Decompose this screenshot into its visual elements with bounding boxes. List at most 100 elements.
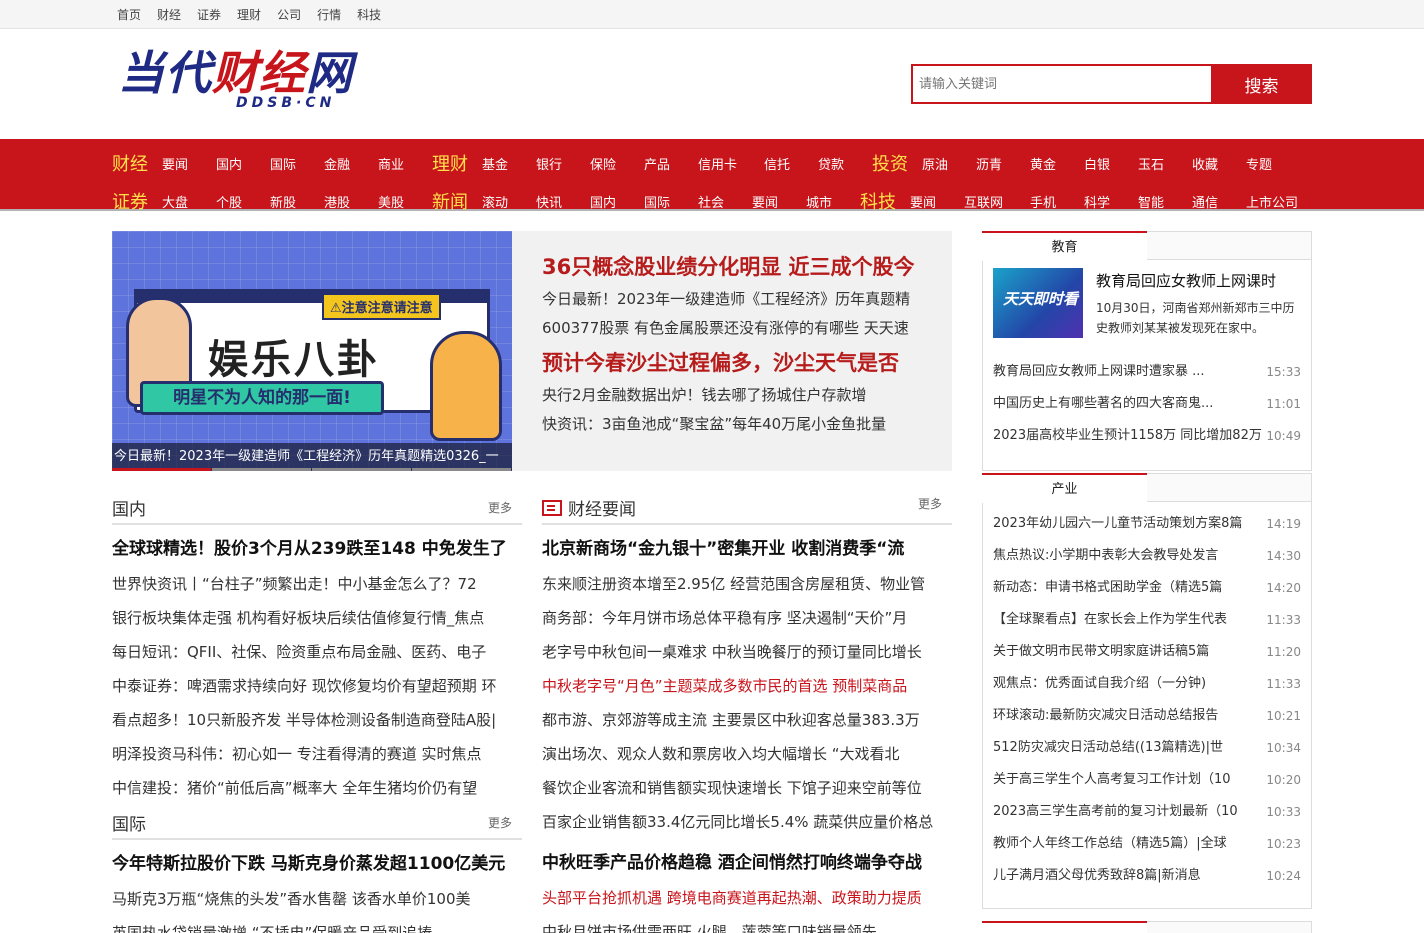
list-item[interactable]: 教育局回应女教师上网课时遭家暴 ... 15:33: [983, 356, 1311, 388]
nav-link[interactable]: 社会: [698, 192, 752, 211]
list-item[interactable]: 2023年幼儿园六一儿童节活动策划方案8篇 14:19: [983, 508, 1311, 540]
more-link[interactable]: 更多: [488, 814, 512, 831]
item-title[interactable]: 关于高三学生个人高考复习工作计划（10: [993, 764, 1265, 796]
focus-banner[interactable]: ⚠注意注意请注意 娱乐八卦 明星不为人知的那一面! 今日最新！2023年一级建造…: [112, 231, 512, 471]
list-item[interactable]: 【全球聚看点】在家长会上作为学生代表 11:33: [983, 604, 1311, 636]
nav-link[interactable]: 商业: [378, 154, 432, 173]
list-item[interactable]: 新动态：申请书格式困助学金（精选5篇 14:20: [983, 572, 1311, 604]
nav-category[interactable]: 证券: [112, 188, 162, 214]
item-title[interactable]: 512防灾减灾日活动总结((13篇精选)|世: [993, 732, 1265, 764]
banner-dot[interactable]: [412, 468, 511, 471]
nav-link[interactable]: 专题: [1246, 154, 1300, 173]
banner-dot[interactable]: [312, 468, 411, 471]
nav-link[interactable]: 手机: [1030, 192, 1084, 211]
list-item[interactable]: 世界快资讯丨“台柱子”频繁出走！中小基金怎么了？72: [112, 567, 522, 601]
nav-link[interactable]: 国内: [216, 154, 270, 173]
item-title[interactable]: 教师个人年终工作总结（精选5篇）|全球: [993, 828, 1265, 860]
top-link[interactable]: 行情: [317, 6, 341, 23]
nav-link[interactable]: 黄金: [1030, 154, 1084, 173]
top-link[interactable]: 证券: [197, 6, 221, 23]
nav-link[interactable]: 贷款: [818, 154, 872, 173]
focus-link[interactable]: 600377股票 有色金属股票还没有涨停的有哪些 天天速: [542, 314, 942, 343]
nav-link[interactable]: 金融: [324, 154, 378, 173]
more-link[interactable]: 更多: [918, 495, 942, 512]
list-item[interactable]: 教师个人年终工作总结（精选5篇）|全球 10:23: [983, 828, 1311, 860]
nav-link[interactable]: 要闻: [162, 154, 216, 173]
list-item[interactable]: 中信建投：猪价“前低后高”概率大 全年生猪均价仍有望: [112, 771, 522, 805]
item-title[interactable]: 焦点热议:小学期中表彰大会教导处发言: [993, 540, 1265, 572]
item-title[interactable]: 新动态：申请书格式困助学金（精选5篇: [993, 572, 1265, 604]
list-item[interactable]: 环球滚动:最新防灾减灾日活动总结报告 10:21: [983, 700, 1311, 732]
focus-headline[interactable]: 预计今春沙尘过程偏多，沙尘天气是否: [542, 347, 942, 381]
list-item[interactable]: 商务部：今年月饼市场总体平稳有序 坚决遏制“天价”月: [542, 601, 952, 635]
list-item[interactable]: 英国热水袋销量激增 “不插电”保暖产品受到追捧: [112, 916, 522, 933]
list-item[interactable]: 中泰证券：啤酒需求持续向好 现饮修复均价有望超预期 环: [112, 669, 522, 703]
list-item[interactable]: 银行板块集体走强 机构看好板块后续估值修复行情_焦点: [112, 601, 522, 635]
focus-headline[interactable]: 36只概念股业绩分化明显 近三成个股今: [542, 251, 942, 285]
nav-link[interactable]: 港股: [324, 192, 378, 211]
nav-link[interactable]: 国内: [590, 192, 644, 211]
nav-category[interactable]: 财经: [112, 150, 162, 176]
list-item[interactable]: 焦点热议:小学期中表彰大会教导处发言 14:30: [983, 540, 1311, 572]
search-input[interactable]: [911, 64, 1211, 104]
item-title[interactable]: 关于做文明市民带文明家庭讲话稿5篇: [993, 636, 1265, 668]
list-item[interactable]: 2023高三学生高考前的复习计划最新（10 10:33: [983, 796, 1311, 828]
item-title[interactable]: 2023高三学生高考前的复习计划最新（10: [993, 796, 1265, 828]
list-item[interactable]: 演出场次、观众人数和票房收入均大幅增长 “大戏看北: [542, 737, 952, 771]
list-item[interactable]: 中秋月饼市场供需两旺 火腿、莲蓉等口味销量领先: [542, 915, 952, 933]
list-item[interactable]: 观焦点：优秀面试自我介绍（一分钟) 11:33: [983, 668, 1311, 700]
list-item[interactable]: 明泽投资马科伟：初心如一 专注看得清的赛道 实时焦点: [112, 737, 522, 771]
list-item[interactable]: 马斯克3万瓶“烧焦的头发”香水售罄 该香水单价100美: [112, 882, 522, 916]
list-item[interactable]: 中国历史上有哪些著名的四大客商鬼... 11:01: [983, 388, 1311, 420]
nav-link[interactable]: 个股: [216, 192, 270, 211]
nav-link[interactable]: 大盘: [162, 192, 216, 211]
nav-category[interactable]: 新闻: [432, 188, 482, 214]
tab-education[interactable]: 教育: [982, 231, 1147, 261]
nav-link[interactable]: 银行: [536, 154, 590, 173]
nav-link[interactable]: 沥青: [976, 154, 1030, 173]
item-title[interactable]: 【全球聚看点】在家长会上作为学生代表: [993, 604, 1265, 636]
nav-link[interactable]: 白银: [1084, 154, 1138, 173]
nav-link[interactable]: 收藏: [1192, 154, 1246, 173]
lead-headline[interactable]: 全球球精选！股价3个月从239跌至148 中免发生了: [112, 531, 522, 567]
item-title[interactable]: 环球滚动:最新防灾减灾日活动总结报告: [993, 700, 1265, 732]
list-item[interactable]: 儿子满月酒父母优秀致辞8篇|新消息 10:24: [983, 860, 1311, 892]
nav-category[interactable]: 科技: [860, 188, 910, 214]
top-link[interactable]: 首页: [117, 6, 141, 23]
nav-link[interactable]: 国际: [644, 192, 698, 211]
nav-link[interactable]: 玉石: [1138, 154, 1192, 173]
list-item[interactable]: 512防灾减灾日活动总结((13篇精选)|世 10:34: [983, 732, 1311, 764]
nav-link[interactable]: 要闻: [752, 192, 806, 211]
nav-link[interactable]: 国际: [270, 154, 324, 173]
lead-headline[interactable]: 北京新商场“金九银十”密集开业 收割消费季“流: [542, 531, 952, 567]
nav-link[interactable]: 通信: [1192, 192, 1246, 211]
nav-link[interactable]: 信托: [764, 154, 818, 173]
tab-next[interactable]: [982, 921, 1147, 933]
top-link[interactable]: 理财: [237, 6, 261, 23]
nav-link[interactable]: 基金: [482, 154, 536, 173]
nav-link[interactable]: 快讯: [536, 192, 590, 211]
nav-link[interactable]: 新股: [270, 192, 324, 211]
search-button[interactable]: 搜索: [1211, 64, 1312, 104]
item-title[interactable]: 教育局回应女教师上网课时遭家暴 ...: [993, 356, 1265, 388]
education-feature[interactable]: 天天即时看 教育局回应女教师上网课时 10月30日，河南省郑州新郑市三中历史教师…: [983, 260, 1311, 356]
list-item[interactable]: 东来顺注册资本增至2.95亿 经营范围含房屋租赁、物业管: [542, 567, 952, 601]
site-logo[interactable]: 当代财经网 DDSB·CN: [118, 47, 378, 113]
top-link[interactable]: 公司: [277, 6, 301, 23]
nav-link[interactable]: 产品: [644, 154, 698, 173]
nav-link[interactable]: 上市公司: [1246, 192, 1312, 211]
nav-link[interactable]: 智能: [1138, 192, 1192, 211]
focus-link[interactable]: 央行2月金融数据出炉！钱去哪了扬城住户存款增: [542, 381, 942, 410]
more-link[interactable]: 更多: [488, 499, 512, 516]
list-item[interactable]: 头部平台抢抓机遇 跨境电商赛道再起热潮、政策助力提质: [542, 881, 952, 915]
list-item[interactable]: 都市游、京郊游等成主流 主要景区中秋迎客总量383.3万: [542, 703, 952, 737]
top-link[interactable]: 财经: [157, 6, 181, 23]
nav-link[interactable]: 城市: [806, 192, 860, 211]
list-item[interactable]: 老字号中秋包间一桌难求 中秋当晚餐厅的预订量同比增长: [542, 635, 952, 669]
item-title[interactable]: 中国历史上有哪些著名的四大客商鬼...: [993, 388, 1265, 420]
nav-link[interactable]: 原油: [922, 154, 976, 173]
list-item[interactable]: 关于高三学生个人高考复习工作计划（10 10:20: [983, 764, 1311, 796]
nav-link[interactable]: 科学: [1084, 192, 1138, 211]
nav-category[interactable]: 理财: [432, 150, 482, 176]
list-item[interactable]: 关于做文明市民带文明家庭讲话稿5篇 11:20: [983, 636, 1311, 668]
